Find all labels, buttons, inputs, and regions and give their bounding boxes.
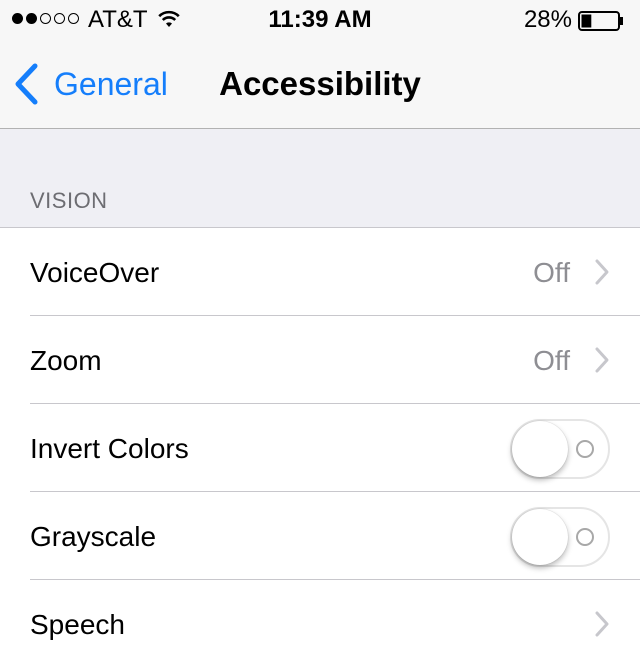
- toggle-knob: [512, 509, 568, 565]
- row-zoom[interactable]: Zoom Off: [0, 316, 640, 404]
- row-speech[interactable]: Speech: [0, 580, 640, 665]
- row-label: Speech: [30, 609, 125, 640]
- section-header-vision: VISION: [30, 188, 108, 213]
- toggle-off-icon: [576, 440, 594, 458]
- row-label: Zoom: [30, 345, 102, 376]
- toggle-knob: [512, 421, 568, 477]
- chevron-right-icon: [595, 611, 609, 637]
- grayscale-toggle[interactable]: [510, 507, 610, 567]
- page-title: Accessibility: [219, 65, 421, 102]
- row-label: Grayscale: [30, 521, 157, 552]
- settings-list: VoiceOver Off Zoom Off Invert Colors Gra…: [0, 227, 640, 665]
- row-label: VoiceOver: [30, 257, 160, 288]
- row-voiceover[interactable]: VoiceOver Off: [0, 228, 640, 316]
- row-label: Invert Colors: [30, 433, 189, 464]
- accessibility-screen: AT&T 11:39 AM 28% General Accessibility …: [0, 0, 640, 665]
- toggle-off-icon: [576, 528, 594, 546]
- chevron-right-icon: [595, 259, 609, 285]
- navigation-bar: General Accessibility: [0, 40, 640, 129]
- row-invert-colors: Invert Colors: [0, 404, 640, 492]
- row-grayscale: Grayscale: [0, 492, 640, 580]
- chevron-right-icon: [595, 347, 609, 373]
- status-bar: AT&T 11:39 AM 28%: [0, 0, 640, 40]
- row-value: Off: [533, 257, 570, 288]
- row-value: Off: [533, 345, 570, 376]
- invert-colors-toggle[interactable]: [510, 419, 610, 479]
- battery-percentage: 28%: [523, 6, 572, 33]
- battery-icon: [578, 11, 623, 31]
